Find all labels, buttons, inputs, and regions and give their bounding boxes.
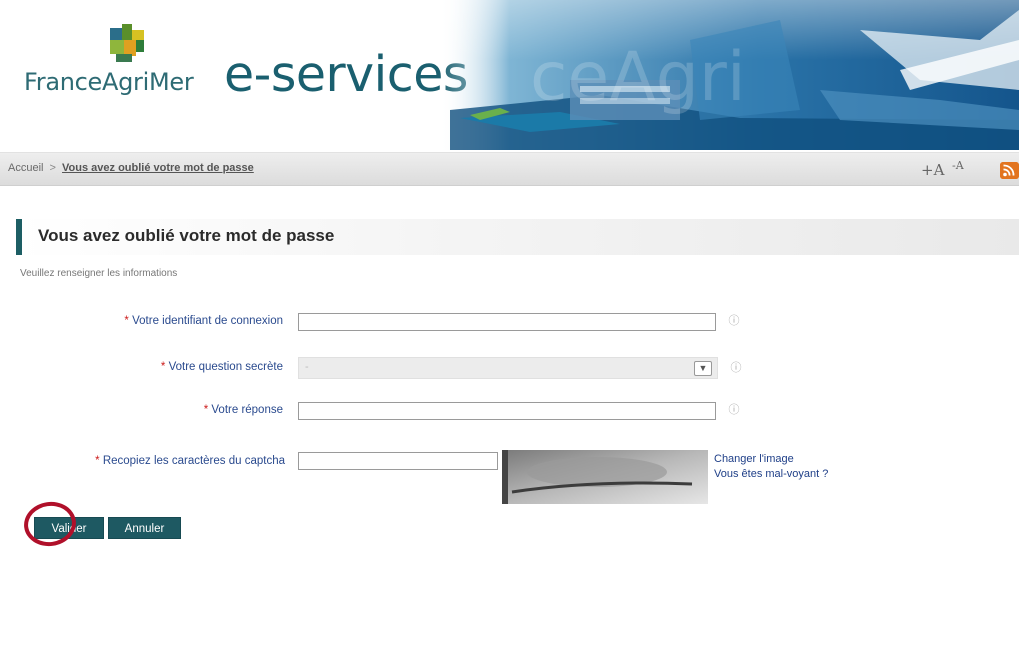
identifiant-label: * Votre identifiant de connexion [124, 315, 283, 327]
breadcrumb-separator: > [49, 162, 56, 174]
site-header: FranceAgriMer e-services ceAgri [0, 0, 1019, 150]
required-marker: * [95, 455, 100, 467]
captcha-label-text: Recopiez les caractères du captcha [102, 455, 285, 467]
reponse-label-text: Votre réponse [211, 404, 283, 416]
cancel-button[interactable]: Annuler [108, 517, 181, 539]
svg-text:ceAgri: ceAgri [530, 38, 746, 117]
breadcrumb-current-link[interactable]: Vous avez oublié votre mot de passe [62, 162, 254, 174]
banner-illustration: ceAgri [440, 0, 1019, 150]
audio-captcha-link[interactable]: Vous êtes mal-voyant ? [714, 468, 828, 480]
captcha-image [502, 450, 708, 504]
required-marker: * [160, 361, 166, 373]
breadcrumb-bar: Accueil > Vous avez oublié votre mot de … [0, 152, 1019, 186]
help-icon[interactable]: ⓘ [728, 314, 740, 328]
change-captcha-link[interactable]: Changer l'image [714, 453, 794, 465]
captcha-input[interactable] [298, 452, 498, 470]
section-header: Vous avez oublié votre mot de passe [16, 219, 1019, 255]
question-label: * Votre question secrète [161, 361, 283, 373]
rss-icon[interactable] [1000, 162, 1019, 179]
breadcrumb-home-link[interactable]: Accueil [8, 162, 43, 174]
annotation-circle [21, 498, 79, 550]
chevron-down-icon[interactable]: ▼ [694, 361, 712, 376]
help-icon[interactable]: ⓘ [730, 361, 742, 375]
breadcrumb: Accueil > Vous avez oublié votre mot de … [8, 162, 254, 174]
help-icon[interactable]: ⓘ [728, 403, 740, 417]
secret-question-select[interactable]: - ▼ [298, 357, 718, 379]
secret-question-selected: - [305, 361, 309, 373]
identifiant-label-text: Votre identifiant de connexion [132, 315, 283, 327]
font-increase-button[interactable]: +A [921, 161, 944, 179]
page-title: Vous avez oublié votre mot de passe [38, 226, 335, 245]
brand-name: FranceAgriMer [24, 68, 194, 96]
app-title: e-services [224, 46, 468, 103]
reponse-label: * Votre réponse [204, 404, 283, 416]
identifiant-input[interactable] [298, 313, 716, 331]
required-marker: * [203, 404, 209, 416]
font-decrease-button[interactable]: -A [952, 159, 964, 172]
reponse-input[interactable] [298, 402, 716, 420]
franceagrimer-logo-icon [110, 24, 144, 62]
question-label-text: Votre question secrète [168, 361, 283, 373]
required-marker: * [124, 315, 129, 327]
section-accent-bar [16, 219, 22, 255]
captcha-label: * Recopiez les caractères du captcha [95, 455, 285, 467]
intro-text: Veuillez renseigner les informations [20, 268, 178, 279]
